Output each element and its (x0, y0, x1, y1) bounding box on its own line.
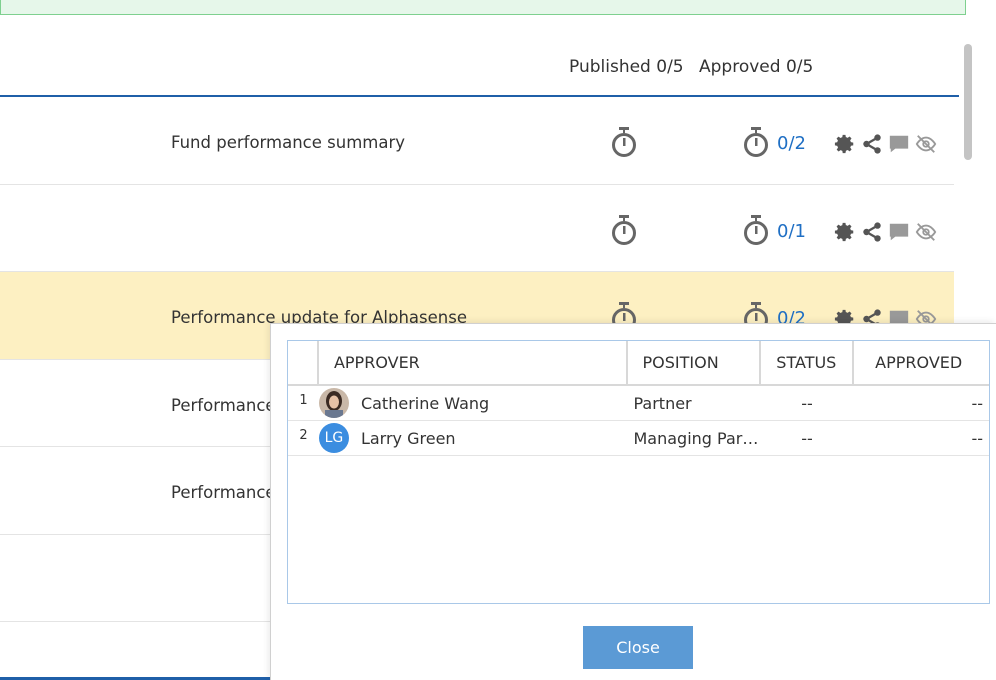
timer-icon[interactable] (610, 214, 638, 246)
row-actions (834, 221, 937, 243)
approved-count: Approved 0/5 (699, 57, 814, 77)
row-index: 2 (299, 428, 308, 443)
approver-position: Managing Partner (633, 428, 762, 448)
row-title: Fund performance summary (171, 133, 405, 152)
timer-icon[interactable] (610, 126, 638, 158)
published-count: Published 0/5 (569, 57, 684, 77)
gear-icon[interactable] (834, 133, 856, 155)
approver-row[interactable]: 2 LG Larry Green Managing Partner -- -- (288, 421, 989, 456)
approved-column-header[interactable]: APPROVED (854, 341, 989, 384)
approver-approved: -- (971, 428, 983, 448)
close-button[interactable]: Close (583, 626, 693, 669)
approval-count-link[interactable]: 0/1 (777, 221, 806, 242)
approver-position: Partner (633, 393, 692, 413)
approver-column-header[interactable]: APPROVER (318, 341, 629, 384)
row-title: Performance (171, 483, 276, 502)
notification-banner (0, 0, 966, 15)
scroll-thumb[interactable] (964, 44, 972, 160)
approver-approved: -- (971, 393, 983, 413)
approver-row[interactable]: 1 Catherine Wang Partner -- -- (288, 386, 989, 421)
avatar: LG (318, 423, 349, 453)
avatar (318, 388, 349, 418)
table-row[interactable]: Fund performance summary 0/2 (0, 97, 954, 185)
timer-icon[interactable] (742, 126, 770, 158)
approvers-popup: APPROVER POSITION STATUS APPROVED 1 Cath… (270, 323, 996, 680)
gear-icon[interactable] (834, 221, 856, 243)
grid-header: APPROVER POSITION STATUS APPROVED (288, 341, 989, 386)
table-row[interactable]: 0/1 (0, 185, 954, 272)
approver-status: -- (801, 428, 813, 448)
position-column-header[interactable]: POSITION (628, 341, 762, 384)
approver-cell: LG Larry Green (318, 423, 629, 453)
approver-name: Catherine Wang (360, 393, 490, 413)
approver-name: Larry Green (360, 428, 456, 448)
share-icon[interactable] (861, 221, 883, 243)
approvers-grid: APPROVER POSITION STATUS APPROVED 1 Cath… (287, 340, 990, 604)
status-column-header[interactable]: STATUS (761, 341, 855, 384)
eye-off-icon[interactable] (915, 133, 937, 155)
comment-icon[interactable] (888, 133, 910, 155)
row-index: 1 (299, 393, 308, 408)
row-title: Performance (171, 395, 276, 415)
index-column-header (288, 341, 319, 384)
status-summary: Published 0/5 Approved 0/5 (569, 57, 823, 77)
approver-cell: Catherine Wang (318, 388, 629, 418)
timer-icon[interactable] (742, 214, 770, 246)
comment-icon[interactable] (888, 221, 910, 243)
approval-count-link[interactable]: 0/2 (777, 133, 806, 154)
eye-off-icon[interactable] (915, 221, 937, 243)
share-icon[interactable] (861, 133, 883, 155)
row-actions (834, 133, 937, 155)
approver-status: -- (801, 393, 813, 413)
